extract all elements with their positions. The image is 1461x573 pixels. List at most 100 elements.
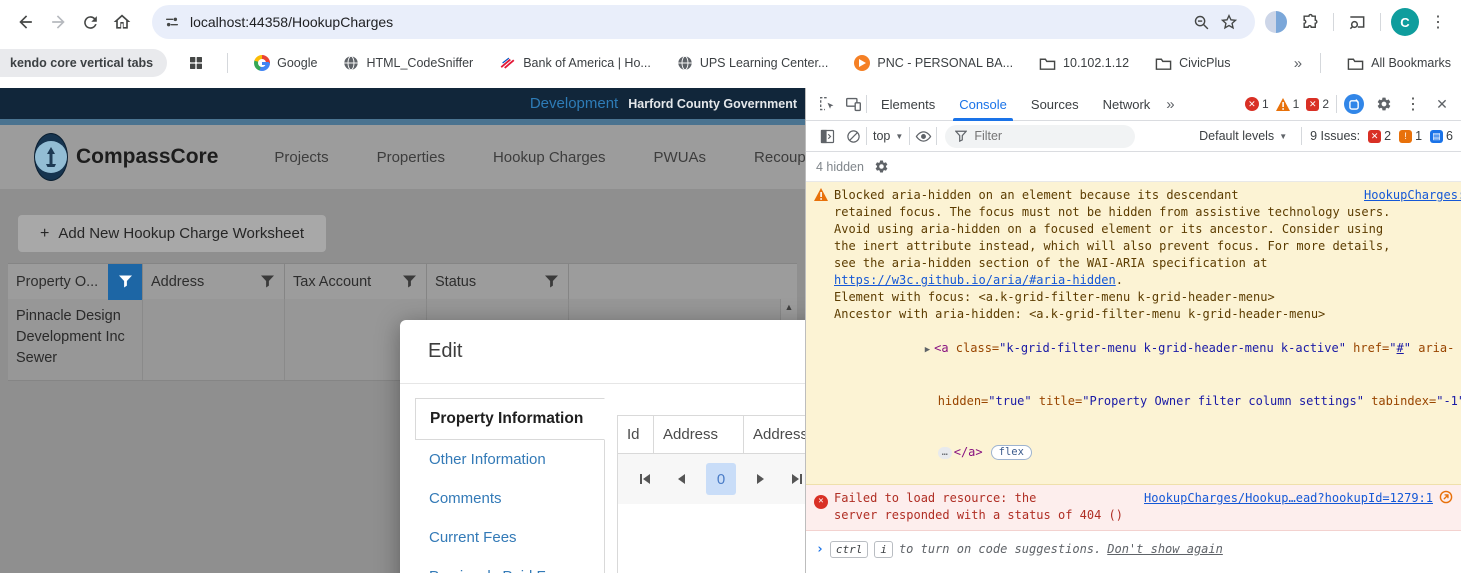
bookmark-folder-ip[interactable]: 10.102.1.12 — [1039, 56, 1129, 71]
more-tabs-icon[interactable]: » — [1166, 96, 1174, 113]
nav-item-pwuas[interactable]: PWUAs — [654, 149, 707, 166]
close-devtools-icon[interactable]: ✕ — [1429, 91, 1455, 117]
column-header-status[interactable]: Status — [427, 264, 569, 299]
county-seal-logo[interactable] — [34, 133, 68, 181]
column-header-address[interactable]: Address — [654, 416, 744, 453]
href-link[interactable]: # — [1397, 341, 1404, 355]
source-location-link[interactable]: HookupCharges:1 — [1364, 187, 1461, 204]
browser-menu-icon[interactable]: ⋮ — [1429, 12, 1447, 32]
filter-input[interactable] — [974, 129, 1085, 143]
filter-icon[interactable] — [545, 275, 558, 288]
add-worksheet-button[interactable]: + Add New Hookup Charge Worksheet — [18, 215, 327, 252]
dialog-grid: Id Address Address Dire 0 — [617, 415, 805, 573]
error-count-badge[interactable]: ✕ 1 — [1244, 97, 1269, 111]
console-sidebar-icon[interactable] — [814, 123, 840, 149]
divider — [866, 95, 867, 113]
failed-request-link[interactable]: HookupCharges/Hookup…ead?hookupId=1279:1 — [1144, 490, 1433, 507]
bookmarks-bar: kendo core vertical tabs Google HTML_Cod… — [0, 44, 1461, 88]
column-header-tax-account[interactable]: Tax Account — [285, 264, 427, 299]
pager-next-icon[interactable] — [750, 468, 772, 490]
expand-children-icon[interactable]: … — [937, 446, 952, 459]
warning-count-badge[interactable]: 1 — [1275, 97, 1299, 111]
extensions-puzzle-icon[interactable] — [1297, 9, 1323, 35]
pager-last-icon[interactable] — [786, 468, 805, 490]
bookmark-folder-civicplus[interactable]: CivicPlus — [1155, 56, 1231, 71]
devtools-tab-network[interactable]: Network — [1093, 88, 1161, 121]
pager-first-icon[interactable] — [634, 468, 656, 490]
tab-search-icon[interactable] — [1344, 9, 1370, 35]
flex-badge[interactable]: flex — [990, 445, 1032, 460]
warning-icon — [814, 187, 834, 478]
column-header-property-owner[interactable]: Property O... — [8, 263, 143, 300]
column-header-address[interactable]: Address — [143, 264, 285, 299]
error-icon: ✕ — [1244, 97, 1259, 111]
bookmark-ups-learning[interactable]: UPS Learning Center... — [677, 55, 828, 71]
scroll-up-icon[interactable]: ▲ — [781, 299, 797, 312]
bookmark-bank-of-america[interactable]: Bank of America | Ho... — [499, 56, 651, 70]
log-levels-selector[interactable]: Default levels ▼ — [1199, 129, 1287, 143]
tab-comments[interactable]: Comments — [415, 479, 604, 518]
forward-icon[interactable] — [42, 6, 74, 38]
settings-gear-icon[interactable] — [1371, 91, 1397, 117]
live-expression-eye-icon[interactable] — [910, 123, 936, 149]
site-info-icon[interactable] — [164, 14, 180, 30]
tab-current-fees[interactable]: Current Fees — [415, 518, 604, 557]
hidden-count[interactable]: 4 hidden — [816, 160, 864, 174]
bookmark-google[interactable]: Google — [254, 55, 317, 71]
dont-show-again-link[interactable]: Don't show again — [1107, 541, 1223, 558]
filter-settings-gear-icon[interactable] — [874, 159, 889, 174]
pager-prev-icon[interactable] — [670, 468, 692, 490]
tab-property-information[interactable]: Property Information — [415, 398, 605, 440]
nav-item-properties[interactable]: Properties — [377, 149, 445, 166]
tab-group-chip[interactable]: kendo core vertical tabs — [0, 49, 168, 77]
all-bookmarks[interactable]: All Bookmarks — [1347, 56, 1451, 71]
issues-improvements[interactable]: ▤ 6 — [1430, 129, 1453, 143]
console-prompt[interactable]: › ctrl i to turn on code suggestions. Do… — [806, 531, 1461, 558]
devtools-tab-console[interactable]: Console — [949, 88, 1017, 121]
device-toolbar-icon[interactable] — [840, 91, 866, 117]
bookmarks-overflow-icon[interactable]: » — [1294, 55, 1302, 72]
bookmark-codesniffer[interactable]: HTML_CodeSniffer — [343, 55, 473, 71]
ai-assistant-icon[interactable] — [1344, 94, 1364, 114]
issues-label: 9 Issues: — [1310, 129, 1361, 143]
url-text[interactable]: localhost:44358/HookupCharges — [190, 14, 393, 30]
aria-spec-link[interactable]: https://w3c.github.io/aria/#aria-hidden — [834, 273, 1116, 287]
nav-item-recoupments[interactable]: Recoupments and Surcharges — [754, 149, 805, 166]
filter-icon-active[interactable] — [108, 263, 142, 300]
open-issue-icon[interactable] — [1439, 490, 1453, 507]
bookmark-star-icon[interactable] — [1215, 8, 1243, 36]
clear-console-icon[interactable] — [840, 123, 866, 149]
extension-badge-icon[interactable] — [1265, 11, 1287, 33]
brand-name[interactable]: CompassCore — [76, 145, 218, 169]
issues-page-errors[interactable]: ✕ 2 — [1368, 129, 1391, 143]
tab-previously-paid-fees[interactable]: Previously Paid Fees — [415, 557, 604, 573]
tab-other-information[interactable]: Other Information — [415, 440, 604, 479]
divider — [1301, 127, 1303, 145]
address-bar[interactable]: localhost:44358/HookupCharges — [152, 5, 1255, 39]
zoom-icon[interactable] — [1187, 8, 1215, 36]
issues-breaking[interactable]: ! 1 — [1399, 129, 1422, 143]
context-selector[interactable]: top ▼ — [873, 129, 903, 143]
nav-item-projects[interactable]: Projects — [274, 149, 328, 166]
expand-node-icon[interactable]: ▶ — [925, 345, 930, 355]
bank-of-america-favicon — [500, 57, 515, 69]
devtools-tab-sources[interactable]: Sources — [1021, 88, 1089, 121]
devtools-tab-elements[interactable]: Elements — [871, 88, 945, 121]
filter-icon[interactable] — [261, 275, 274, 288]
profile-avatar[interactable]: C — [1391, 8, 1419, 36]
back-icon[interactable] — [10, 6, 42, 38]
console-warning-message: Blocked aria-hidden on an element becaus… — [806, 182, 1461, 485]
apps-grid-icon[interactable] — [183, 50, 209, 76]
column-header-address-dire[interactable]: Address Dire — [744, 416, 805, 453]
issues-count-badge[interactable]: ✕ 2 — [1306, 97, 1329, 111]
devtools-menu-icon[interactable]: ⋮ — [1404, 94, 1422, 114]
column-header-id[interactable]: Id — [618, 416, 654, 453]
home-icon[interactable] — [106, 6, 138, 38]
pager-current-page[interactable]: 0 — [706, 463, 736, 495]
console-filter-box[interactable] — [945, 124, 1136, 148]
inspect-element-icon[interactable] — [814, 91, 840, 117]
nav-item-hookup-charges[interactable]: Hookup Charges — [493, 149, 606, 166]
bookmark-pnc[interactable]: PNC - PERSONAL BA... — [854, 55, 1013, 71]
filter-icon[interactable] — [403, 275, 416, 288]
reload-icon[interactable] — [74, 6, 106, 38]
